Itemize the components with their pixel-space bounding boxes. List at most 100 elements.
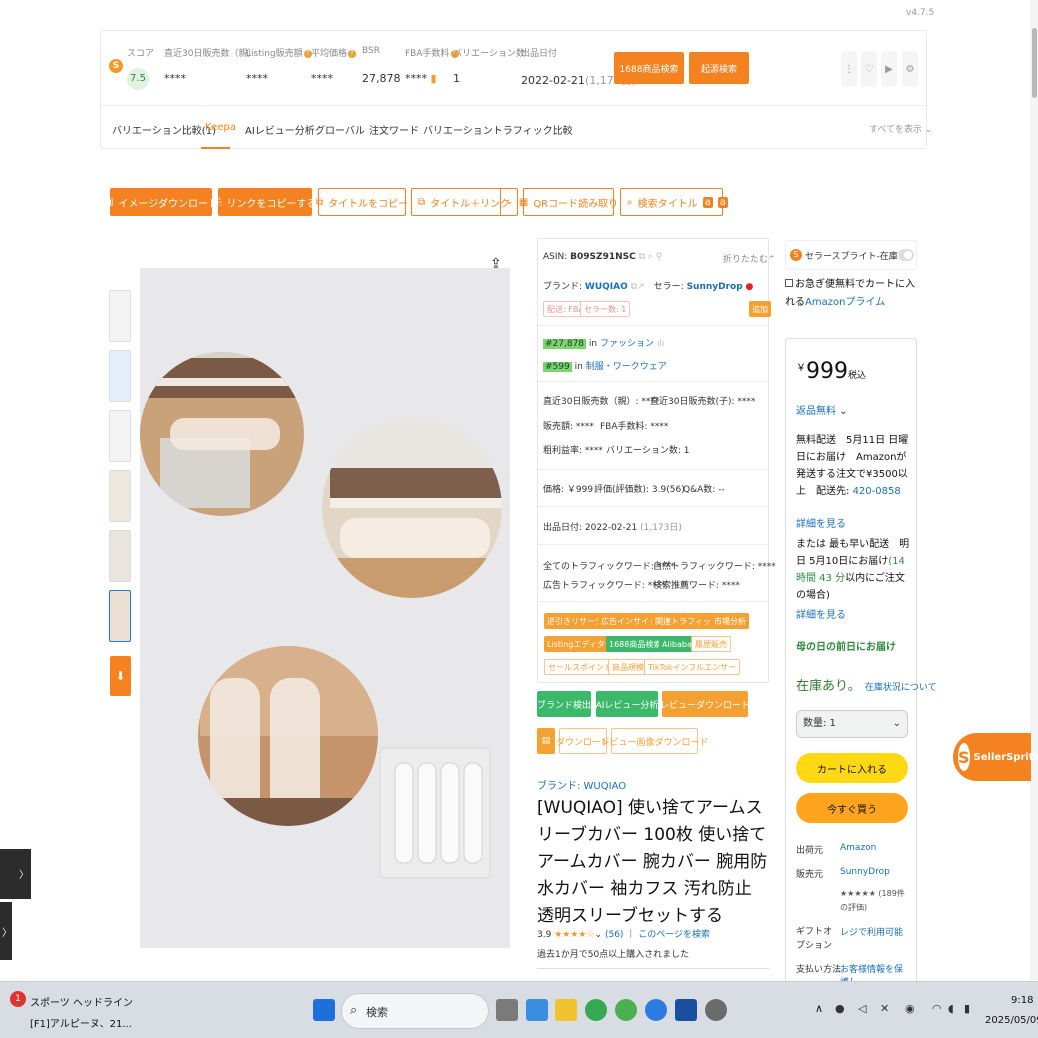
- add-to-cart-button[interactable]: カートに入れる: [796, 753, 908, 783]
- market-analysis-tag[interactable]: 市場分析: [711, 613, 749, 629]
- product-info-panel: ASIN: B09SZ91NSC ⧉ ⌕ ⚲ 折りたたむ⌃ ブランド: WUQI…: [537, 238, 776, 683]
- clock-time[interactable]: 9:18: [1011, 995, 1033, 1006]
- metric-bsr-value: 27,878: [362, 72, 401, 85]
- stock-toggle[interactable]: [898, 249, 914, 261]
- listed-date: 出品日付: 2022-02-21 (1,173日): [543, 523, 682, 533]
- side-widget[interactable]: 〉: [0, 849, 31, 899]
- review-image-download-button[interactable]: レビュー画像ダウンロード: [601, 728, 709, 754]
- clock-date[interactable]: 2025/05/09: [985, 1015, 1038, 1026]
- a-icon[interactable]: a: [702, 196, 713, 208]
- reverse-lookup-tag[interactable]: 逆引きリサーチ: [544, 613, 606, 629]
- sellersprite-floating-button[interactable]: S SellerSprite: [953, 733, 1038, 781]
- image-icon: ▣: [103, 196, 114, 208]
- task-view-icon[interactable]: [496, 999, 518, 1021]
- tab-keepa[interactable]: Keepa: [205, 122, 236, 133]
- price: ￥999税込: [796, 359, 867, 384]
- news-subtitle[interactable]: [F1]アルピーヌ、21...: [30, 1015, 132, 1030]
- copy-link-button[interactable]: ⎘ リンクをコピーする: [214, 188, 317, 216]
- quantity-select[interactable]: 数量: 1 ⌄: [796, 710, 908, 738]
- windows-start-icon[interactable]: [313, 999, 335, 1021]
- tab-global[interactable]: グローバル: [315, 122, 365, 137]
- thumbnail[interactable]: [109, 530, 131, 582]
- rating-stat: 評価(評価数): 3.9(56): [594, 485, 685, 495]
- settings-icon[interactable]: ⚙: [902, 51, 918, 87]
- news-title[interactable]: スポーツ ヘッドライン: [30, 994, 133, 1009]
- brand-detect-button[interactable]: ブランド検出: [537, 691, 591, 717]
- side-widget-2[interactable]: 〉: [0, 902, 12, 960]
- photos-icon[interactable]: [675, 999, 697, 1021]
- tab-variation-traffic[interactable]: バリエーショントラフィック比較: [423, 122, 573, 137]
- chevron-right-icon: 〉: [2, 928, 12, 939]
- selling-point-tag[interactable]: セールスポイント: [544, 659, 616, 675]
- battery-icon[interactable]: ▮: [964, 1002, 970, 1015]
- thumbnail[interactable]: [109, 290, 131, 342]
- search-1688-button[interactable]: 1688商品検索: [614, 52, 684, 84]
- tab-order-words[interactable]: 注文ワード: [369, 122, 419, 137]
- details-link[interactable]: 詳細を見る: [796, 515, 846, 530]
- volume-icon[interactable]: ◖: [948, 1002, 954, 1015]
- tray-icon[interactable]: ✕: [880, 1002, 889, 1015]
- metric-revenue-value: ****: [246, 72, 268, 85]
- settings-icon[interactable]: [705, 999, 727, 1021]
- tray-icon[interactable]: ●: [835, 1002, 845, 1015]
- product-title: [WUQIAO] 使い捨てアームスリーブカバー 100枚 使い捨てアームカバー …: [537, 798, 768, 926]
- tray-icon[interactable]: ◉: [905, 1002, 915, 1015]
- chevron-down-icon[interactable]: ⌄: [500, 189, 518, 215]
- title-link-button[interactable]: ⧉ タイトル＋リンク ⌄: [411, 188, 518, 216]
- stat-margin: 粗利益率: ****: [543, 446, 603, 456]
- scroll-thumb[interactable]: [1032, 28, 1037, 98]
- metric-avgprice-value: ****: [311, 72, 333, 85]
- chrome-icon[interactable]: [585, 999, 607, 1021]
- tiktok-influencer-tag[interactable]: TikTokインフルエンサー: [644, 659, 741, 675]
- heart-icon[interactable]: ♡: [861, 51, 877, 87]
- share-icon[interactable]: ⇪: [490, 256, 502, 272]
- ai-review-button[interactable]: AIレビュー分析: [596, 691, 658, 717]
- excel-icon[interactable]: ▤: [537, 728, 555, 754]
- thumbnail-selected[interactable]: [109, 590, 131, 642]
- show-all-link[interactable]: すべてを表示 ⌄: [869, 122, 932, 135]
- free-returns-link[interactable]: 返品無料 ⌄: [796, 402, 848, 417]
- chevron-up-icon[interactable]: ∧: [815, 1002, 823, 1015]
- search-title-button[interactable]: ⌕ 検索タイトル a a: [620, 188, 728, 216]
- origin-search-button[interactable]: 起源検索: [689, 52, 749, 84]
- alibaba-tag[interactable]: Alibaba: [659, 636, 695, 652]
- tab-variation-compare[interactable]: バリエーション比較(1): [112, 122, 216, 137]
- brand-link[interactable]: ブランド: WUQIAO: [537, 777, 626, 792]
- copilot-icon[interactable]: [526, 999, 548, 1021]
- prime-checkbox-row[interactable]: お急ぎ便無料でカートに入れるAmazonプライム: [785, 276, 915, 312]
- tab-ai-review[interactable]: AIレビュー分析: [245, 122, 315, 137]
- thumbnail[interactable]: [109, 470, 131, 522]
- copy-title-button[interactable]: ⧉ タイトルをコピー: [316, 188, 408, 216]
- download-icon[interactable]: ⬇: [110, 656, 131, 696]
- link-icon: ⎘: [213, 196, 222, 208]
- buy-now-button[interactable]: 今すぐ買う: [796, 793, 908, 823]
- a-icon[interactable]: a: [717, 196, 728, 208]
- ad-insight-tag[interactable]: 広告インサイト: [598, 613, 660, 629]
- image-download-button[interactable]: ▣ イメージダウンロード: [104, 188, 218, 216]
- more-icon[interactable]: ⋮: [841, 51, 857, 87]
- traffic-natural: 自然トラフィックワード: ****: [653, 562, 776, 572]
- seller-link[interactable]: SunnyDrop: [840, 867, 890, 877]
- wifi-icon[interactable]: ◠: [932, 1002, 942, 1015]
- metric-sales-value: ****: [164, 72, 186, 85]
- review-download-button[interactable]: レビューダウンロード: [660, 691, 750, 717]
- history-sales-tag[interactable]: 履歴販売: [691, 636, 731, 652]
- thumbnail[interactable]: [109, 350, 131, 402]
- file-explorer-icon[interactable]: [555, 999, 577, 1021]
- collapse-toggle[interactable]: 折りたたむ⌃: [723, 252, 776, 265]
- details-link-2[interactable]: 詳細を見る: [796, 606, 846, 621]
- page-scrollbar[interactable]: [1030, 0, 1038, 980]
- stat-sales-parent: 直近30日販売数（親）: ****: [543, 397, 660, 407]
- add-button[interactable]: 追加: [749, 301, 771, 317]
- prime-checkbox[interactable]: [785, 279, 793, 287]
- qr-code-button[interactable]: ▦ QRコード読み取り: [519, 188, 618, 216]
- video-icon[interactable]: ▶: [881, 51, 897, 87]
- search-1688-tag[interactable]: 1688商品検索: [606, 636, 665, 652]
- thumbnail[interactable]: [109, 410, 131, 462]
- taskbar-search[interactable]: ⌕ 検索: [341, 993, 489, 1029]
- browser-icon[interactable]: [645, 999, 667, 1021]
- chrome-active-icon[interactable]: [615, 999, 637, 1021]
- product-scale-tag[interactable]: 商品規模: [608, 659, 648, 675]
- panel-divider: [101, 105, 926, 106]
- tray-icon[interactable]: ◁: [858, 1002, 866, 1015]
